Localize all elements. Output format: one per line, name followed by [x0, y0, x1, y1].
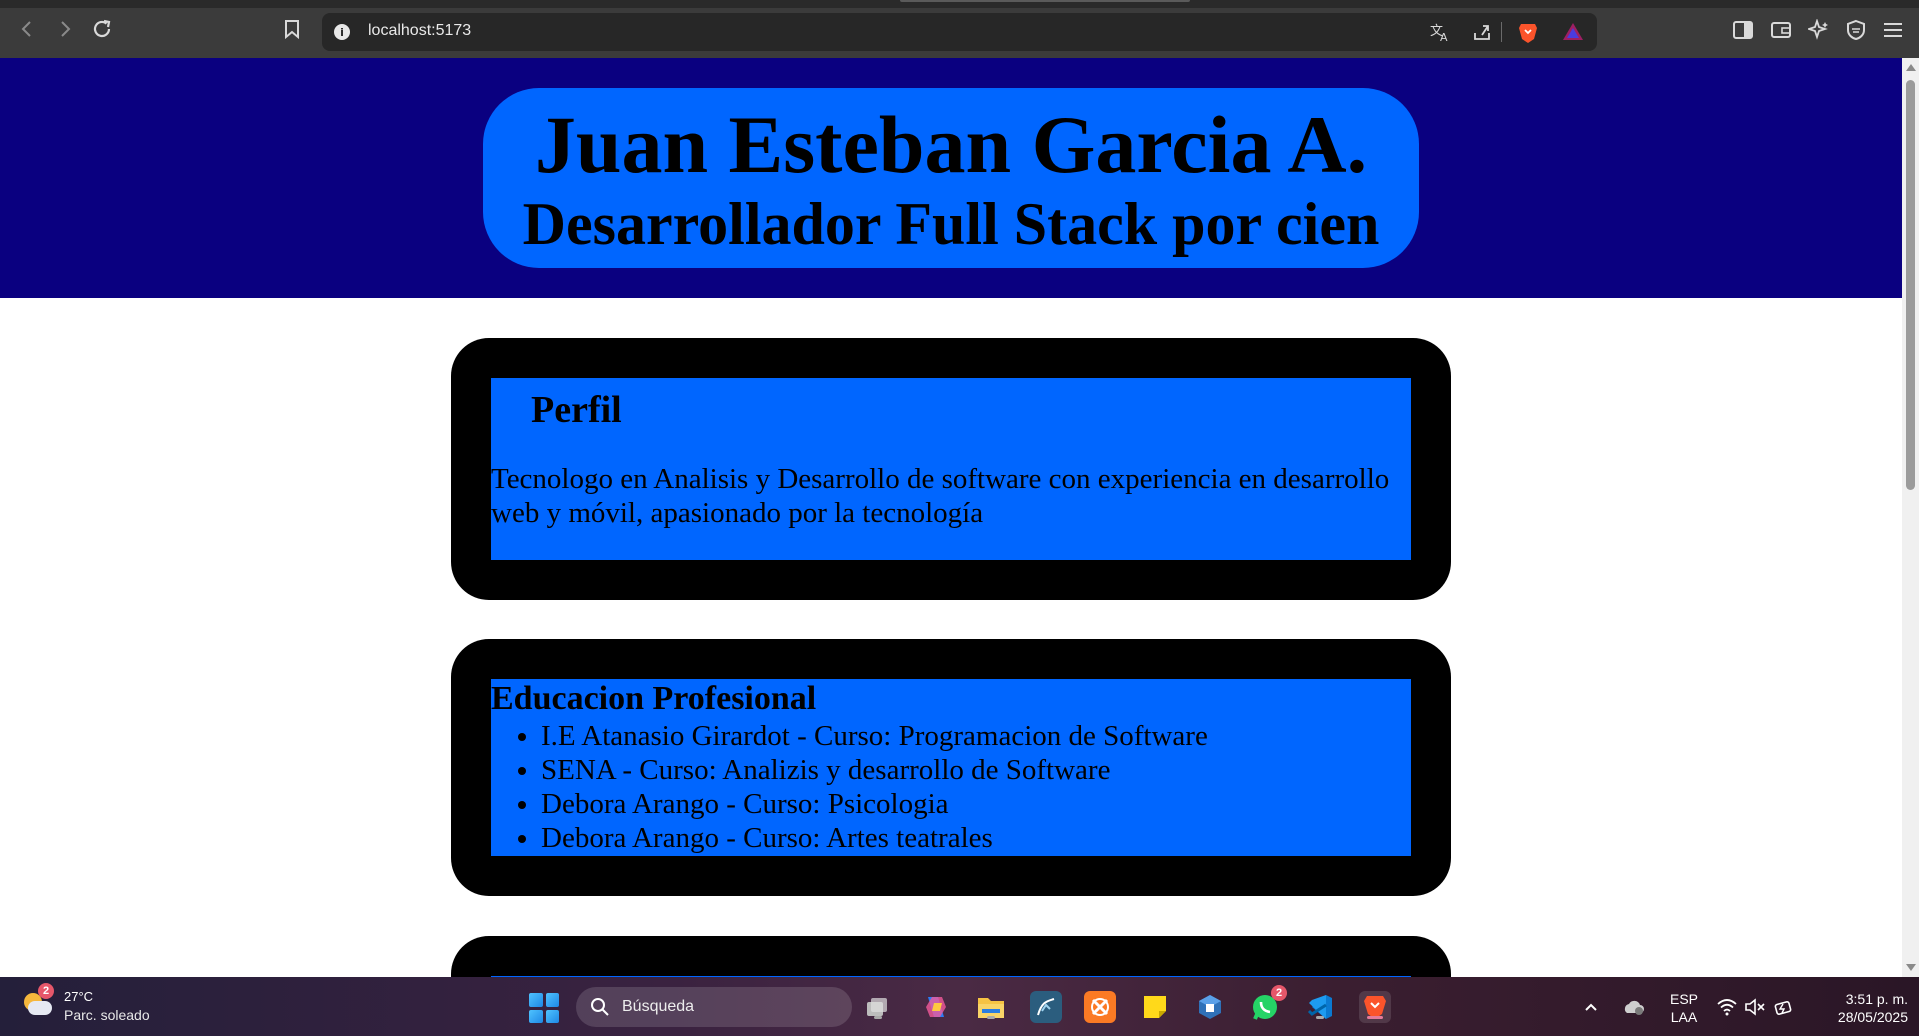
whatsapp-icon[interactable]: 2	[1249, 985, 1287, 1023]
perfil-card: Perfil Tecnologo en Analisis y Desarroll…	[451, 338, 1451, 600]
page-viewport: Juan Esteban Garcia A. Desarrollador Ful…	[0, 58, 1902, 977]
clock-date[interactable]: 28/05/2025	[1818, 1009, 1908, 1025]
chevron-up-icon[interactable]	[1577, 991, 1605, 1023]
mysql-workbench-icon[interactable]	[1030, 991, 1062, 1023]
scrollbar-thumb[interactable]	[1906, 80, 1915, 490]
forward-arrow-icon[interactable]	[52, 16, 78, 42]
header-pill: Juan Esteban Garcia A. Desarrollador Ful…	[483, 88, 1419, 268]
perfil-content: Perfil Tecnologo en Analisis y Desarroll…	[491, 378, 1411, 560]
input-language[interactable]: ESP	[1668, 991, 1700, 1007]
perfil-text: Tecnologo en Analisis y Desarrollo de so…	[491, 463, 1390, 530]
task-view-icon[interactable]	[862, 991, 894, 1023]
copilot-icon[interactable]	[920, 991, 952, 1023]
page-subtitle: Desarrollador Full Stack por cien	[522, 191, 1380, 257]
reload-icon[interactable]	[89, 16, 115, 42]
list-item: Debora Arango - Curso: Artes teatrales	[541, 821, 1208, 855]
bookmark-icon[interactable]	[279, 16, 305, 42]
volume-muted-icon[interactable]	[1742, 991, 1768, 1023]
weather-widget[interactable]: 2 27°C Parc. soleado	[22, 983, 162, 1027]
battery-charging-icon[interactable]	[1770, 991, 1798, 1023]
translate-icon[interactable]: 文A	[1430, 22, 1452, 47]
educacion-card: Educacion Profesional I.E Atanasio Girar…	[451, 639, 1451, 896]
virtualbox-icon[interactable]	[1194, 991, 1226, 1023]
sticky-notes-icon[interactable]	[1139, 991, 1171, 1023]
list-item: Debora Arango - Curso: Psicologia	[541, 787, 1208, 821]
info-icon[interactable]: i	[334, 24, 350, 40]
brave-icon[interactable]	[1359, 991, 1391, 1023]
weather-temperature: 27°C	[64, 989, 94, 1004]
brave-shield-icon[interactable]	[1518, 22, 1538, 49]
vscode-icon[interactable]	[1304, 991, 1336, 1023]
back-arrow-icon[interactable]	[14, 16, 40, 42]
educacion-heading: Educacion Profesional	[491, 680, 817, 717]
list-item: I.E Atanasio Girardot - Curso: Programac…	[541, 719, 1208, 753]
page-header: Juan Esteban Garcia A. Desarrollador Ful…	[0, 58, 1902, 298]
clock-time[interactable]: 3:51 p. m.	[1818, 991, 1908, 1007]
windows-taskbar: 2 27°C Parc. soleado Búsqueda 2 ESP LAA …	[0, 977, 1919, 1036]
search-label: Búsqueda	[622, 998, 695, 1015]
url-divider	[1501, 22, 1502, 42]
educacion-list: I.E Atanasio Girardot - Curso: Programac…	[491, 719, 1208, 855]
onedrive-icon[interactable]	[1618, 991, 1648, 1023]
file-explorer-icon[interactable]	[975, 991, 1007, 1023]
xampp-icon[interactable]	[1084, 991, 1116, 1023]
url-text[interactable]: localhost:5173	[368, 22, 471, 40]
wallet-icon[interactable]	[1768, 17, 1794, 43]
weather-description: Parc. soleado	[64, 1007, 150, 1023]
perfil-heading: Perfil	[531, 389, 622, 431]
list-item: SENA - Curso: Analizis y desarrollo de S…	[541, 753, 1208, 787]
sidebar-icon[interactable]	[1730, 17, 1756, 43]
next-section-card	[451, 936, 1451, 977]
scroll-down-arrow-icon[interactable]	[1906, 964, 1916, 971]
leo-ai-icon[interactable]	[1806, 17, 1832, 43]
weather-badge: 2	[38, 983, 54, 999]
windows-start-icon[interactable]	[529, 993, 559, 1023]
hamburger-menu-icon[interactable]	[1880, 17, 1906, 43]
keyboard-layout[interactable]: LAA	[1668, 1009, 1700, 1025]
taskbar-search[interactable]: Búsqueda	[576, 987, 852, 1027]
active-tab[interactable]	[900, 0, 1190, 2]
page-title: Juan Esteban Garcia A.	[534, 99, 1368, 190]
scroll-up-arrow-icon[interactable]	[1906, 64, 1916, 71]
page-scrollbar[interactable]	[1902, 58, 1919, 977]
educacion-content: Educacion Profesional I.E Atanasio Girar…	[491, 679, 1411, 856]
browser-toolbar: i localhost:5173 文A	[0, 0, 1919, 58]
whatsapp-badge: 2	[1271, 985, 1287, 1001]
vpn-icon[interactable]	[1843, 17, 1869, 43]
search-icon	[591, 998, 609, 1016]
svg-text:A: A	[1440, 31, 1448, 42]
wifi-icon[interactable]	[1712, 991, 1742, 1023]
share-icon[interactable]	[1472, 22, 1492, 47]
address-bar[interactable]: i localhost:5173 文A	[322, 13, 1597, 51]
brave-rewards-icon[interactable]	[1562, 22, 1584, 47]
